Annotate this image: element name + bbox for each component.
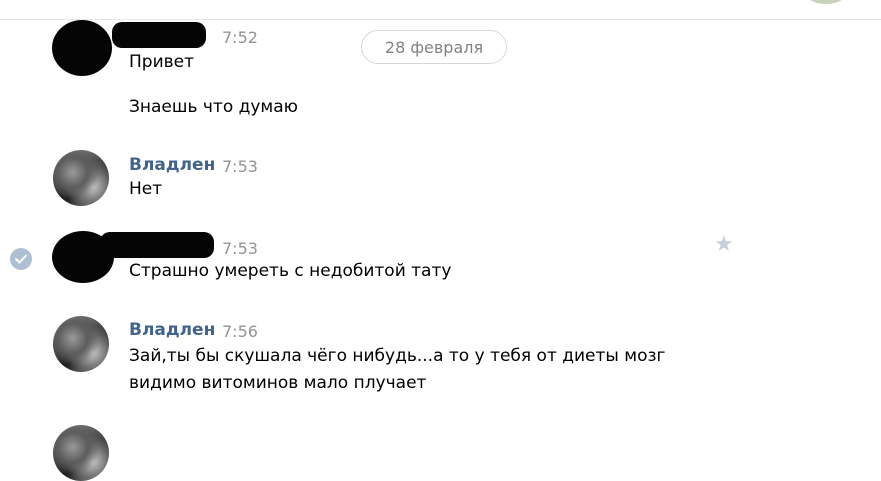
message-time: 7:52 [222,28,258,47]
message-text: Зай,ты бы скушала чёго нибудь...а то у т… [129,346,666,366]
message-time: 7:53 [222,157,258,176]
sender-avatar[interactable] [53,150,109,206]
user-avatar[interactable] [808,0,844,4]
sender-name[interactable]: Владлен [129,155,215,175]
message-time: 7:56 [222,322,258,341]
sender-name[interactable]: Владлен [129,320,215,340]
redacted-sender-name [112,22,206,48]
message-time: 7:53 [222,239,258,258]
message-text: Страшно умереть с недобитой тату [129,261,452,281]
message-text: видимо витоминов мало плучает [129,373,427,393]
message-text: Привет [129,52,195,72]
redacted-sender-name [100,232,214,258]
sender-avatar[interactable] [53,425,109,481]
star-icon[interactable]: ★ [714,232,734,258]
check-mark-icon [15,254,27,264]
message-text: Знаешь что думаю [129,97,298,117]
header-divider [0,19,881,20]
message-text: Нет [129,179,163,199]
check-circle-icon[interactable] [10,248,32,270]
sender-avatar-redacted[interactable] [52,20,112,76]
date-divider: 28 февраля [361,30,507,64]
sender-avatar[interactable] [53,316,109,372]
